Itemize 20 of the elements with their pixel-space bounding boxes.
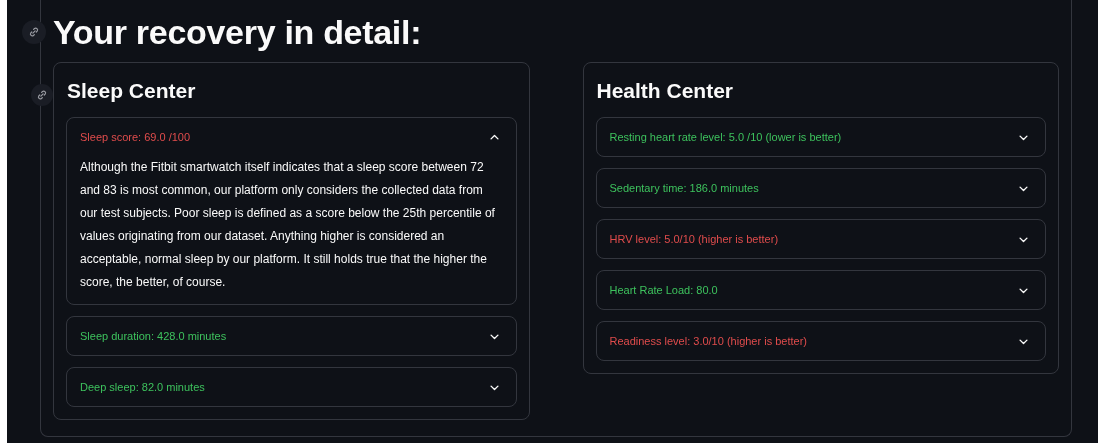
expander-header[interactable]: Heart Rate Load: 80.0 xyxy=(596,271,1045,309)
metric-label: HRV level: 5.0/10 (higher is better) xyxy=(609,233,779,245)
expander-header[interactable]: Sleep duration: 428.0 minutes xyxy=(67,317,516,355)
metric-label: Sleep score: 69.0 /100 xyxy=(80,131,191,143)
metric-label: Heart Rate Load: 80.0 xyxy=(609,284,718,296)
expander-header[interactable]: Readiness level: 3.0/10 (higher is better) xyxy=(596,322,1045,360)
metric-label: Deep sleep: 82.0 minutes xyxy=(80,381,205,393)
expander-header[interactable]: Deep sleep: 82.0 minutes xyxy=(67,368,516,406)
metric-label: Sleep duration: 428.0 minutes xyxy=(80,330,227,342)
metric-label: Resting heart rate level: 5.0 /10 (lower is better) xyxy=(609,131,842,143)
expander-header[interactable]: Sedentary time: 186.0 minutes xyxy=(596,169,1045,207)
page-heading: Your recovery in detail: xyxy=(53,12,423,52)
card-title: Sleep Center xyxy=(67,78,197,104)
card-title: Health Center xyxy=(596,78,735,104)
expander-header[interactable]: Resting heart rate level: 5.0 /10 (lower is better) xyxy=(596,118,1045,156)
metric-label: Sedentary time: 186.0 minutes xyxy=(609,182,759,194)
description-text: Although the Fitbit smartwatch itself indicates that a sleep score between 72 and 83 is most common, our platform only considers the collected data from our test subjects. Poor sleep is defined as a score below the 25th percentile of values originating from our dataset. Anything higher is considered an acceptable, normal sleep by our platform. It still holds true that the higher the score, the better, of course. xyxy=(79,159,496,291)
expander-header[interactable]: HRV level: 5.0/10 (higher is better) xyxy=(596,220,1045,258)
expander-header[interactable]: Sleep score: 69.0 /100 xyxy=(67,118,516,156)
metric-label: Readiness level: 3.0/10 (higher is better) xyxy=(609,335,807,347)
